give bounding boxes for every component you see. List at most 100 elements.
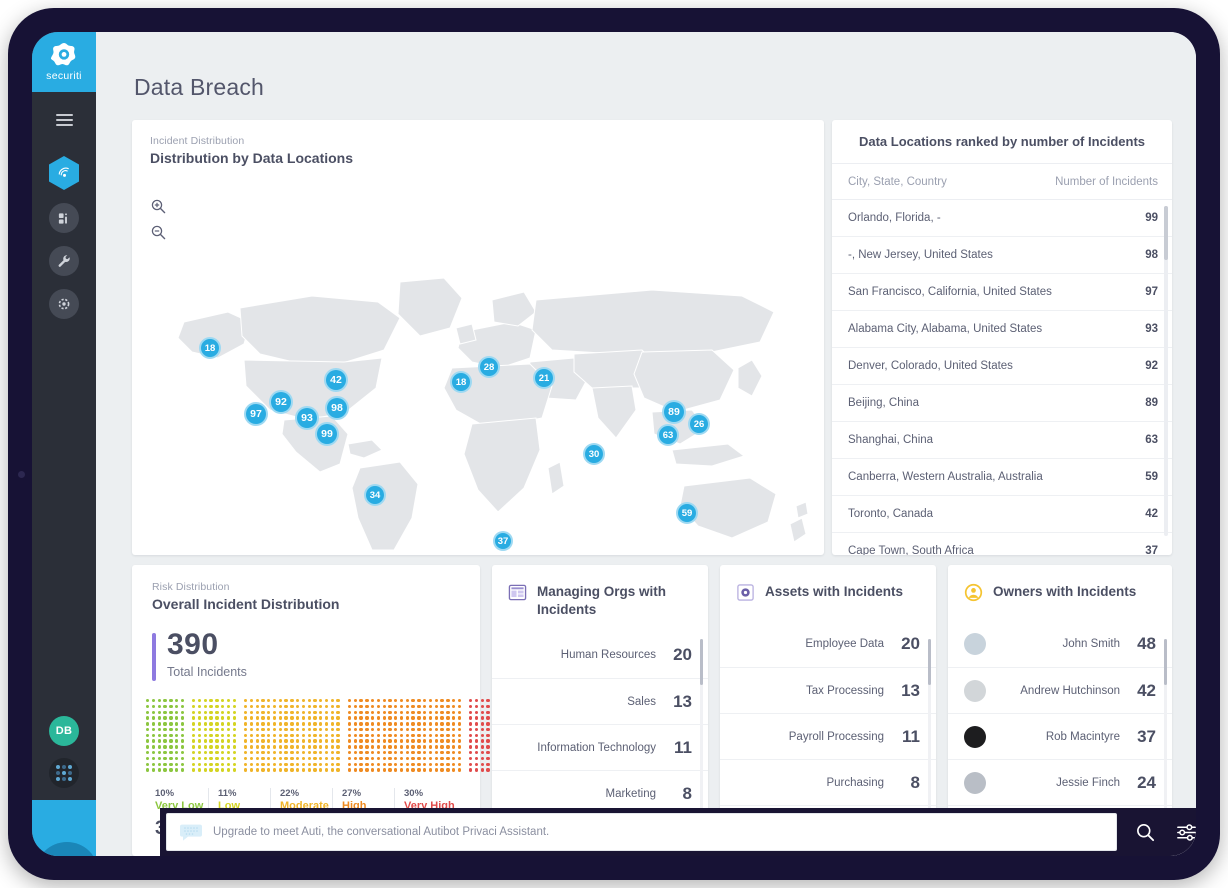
chat-input[interactable]: Upgrade to meet Auti, the conversational… bbox=[166, 813, 1117, 851]
list-item-value: 13 bbox=[666, 692, 692, 712]
app-grid-icon[interactable] bbox=[49, 758, 79, 788]
list-item-value: 20 bbox=[894, 634, 920, 654]
map-pin[interactable]: 59 bbox=[676, 502, 698, 524]
hamburger-icon[interactable] bbox=[56, 114, 73, 126]
map-card-title: Distribution by Data Locations bbox=[150, 150, 806, 166]
list-item-value: 11 bbox=[666, 738, 692, 758]
map-pin[interactable]: 18 bbox=[199, 337, 221, 359]
map-pin[interactable]: 28 bbox=[478, 356, 500, 378]
location-cell: Shanghai, China bbox=[848, 434, 1098, 446]
list-item[interactable]: Andrew Hutchinson42 bbox=[948, 667, 1172, 713]
map-pin[interactable]: 92 bbox=[269, 390, 293, 414]
main-content: Data Breach Incident Distribution Distri… bbox=[96, 32, 1196, 856]
wrench-icon bbox=[56, 253, 72, 269]
list-item-value: 42 bbox=[1130, 681, 1156, 701]
legend-percent: 27% bbox=[342, 788, 394, 799]
map-pin[interactable]: 42 bbox=[324, 368, 348, 392]
list-item-label: Marketing bbox=[508, 788, 666, 800]
map-pin[interactable]: 63 bbox=[657, 424, 679, 446]
device-screen: securiti bbox=[32, 32, 1196, 856]
legend-percent: 10% bbox=[155, 788, 208, 799]
ranking-title: Data Locations ranked by number of Incid… bbox=[832, 120, 1172, 164]
map-pin[interactable]: 97 bbox=[244, 402, 268, 426]
count-cell: 37 bbox=[1098, 545, 1158, 555]
gear-icon bbox=[56, 296, 72, 312]
list-item-label: Purchasing bbox=[736, 777, 894, 789]
table-row[interactable]: -, New Jersey, United States98 bbox=[832, 237, 1172, 274]
map-pin[interactable]: 99 bbox=[315, 422, 339, 446]
orgs-card-header: Managing Orgs with Incidents bbox=[492, 565, 708, 618]
avatar bbox=[964, 680, 986, 702]
sidebar-item-sensors[interactable] bbox=[49, 156, 79, 190]
count-cell: 97 bbox=[1098, 286, 1158, 298]
sidebar-item-settings[interactable] bbox=[49, 289, 79, 319]
column-header-count: Number of Incidents bbox=[1028, 176, 1158, 188]
table-row[interactable]: Denver, Colorado, United States92 bbox=[832, 348, 1172, 385]
list-item[interactable]: Sales13 bbox=[492, 678, 708, 724]
brand-name: securiti bbox=[46, 70, 82, 82]
table-row[interactable]: San Francisco, California, United States… bbox=[832, 274, 1172, 311]
location-cell: -, New Jersey, United States bbox=[848, 249, 1098, 261]
list-item-label: Andrew Hutchinson bbox=[990, 685, 1130, 697]
map-pin[interactable]: 37 bbox=[493, 531, 513, 551]
list-item[interactable]: Tax Processing13 bbox=[720, 667, 936, 713]
list-item[interactable]: Purchasing8 bbox=[720, 759, 936, 805]
location-cell: Denver, Colorado, United States bbox=[848, 360, 1098, 372]
chat-action-buttons bbox=[1123, 822, 1196, 843]
securiti-logo-icon bbox=[51, 42, 77, 68]
list-item-value: 48 bbox=[1130, 634, 1156, 654]
list-item[interactable]: Human Resources20 bbox=[492, 632, 708, 678]
map-pin[interactable]: 30 bbox=[583, 443, 605, 465]
list-item-label: Tax Processing bbox=[736, 685, 894, 697]
list-item[interactable]: Information Technology11 bbox=[492, 724, 708, 770]
table-row[interactable]: Orlando, Florida, -99 bbox=[832, 200, 1172, 237]
ranking-scrollbar[interactable] bbox=[1164, 206, 1168, 536]
chat-bubble-icon bbox=[179, 823, 203, 841]
avatar bbox=[964, 633, 986, 655]
list-item[interactable]: Employee Data20 bbox=[720, 621, 936, 667]
search-icon[interactable] bbox=[1135, 822, 1156, 843]
list-item[interactable]: John Smith48 bbox=[948, 621, 1172, 667]
list-item-value: 24 bbox=[1130, 773, 1156, 793]
table-row[interactable]: Toronto, Canada42 bbox=[832, 496, 1172, 533]
table-row[interactable]: Canberra, Western Australia, Australia59 bbox=[832, 459, 1172, 496]
location-cell: Canberra, Western Australia, Australia bbox=[848, 471, 1098, 483]
ranking-table-body: Orlando, Florida, -99-, New Jersey, Unit… bbox=[832, 200, 1172, 555]
list-item[interactable]: Rob Macintyre37 bbox=[948, 713, 1172, 759]
list-item[interactable]: Payroll Processing11 bbox=[720, 713, 936, 759]
map-pin[interactable]: 26 bbox=[688, 413, 710, 435]
map-card-eyebrow: Incident Distribution bbox=[150, 135, 806, 147]
table-row[interactable]: Shanghai, China63 bbox=[832, 422, 1172, 459]
filter-sliders-icon[interactable] bbox=[1176, 822, 1196, 843]
user-avatar[interactable]: DB bbox=[49, 716, 79, 746]
table-row[interactable]: Cape Town, South Africa37 bbox=[832, 533, 1172, 555]
location-cell: Beijing, China bbox=[848, 397, 1098, 409]
map-pin[interactable]: 34 bbox=[364, 484, 386, 506]
sidebar-item-dashboard[interactable] bbox=[49, 203, 79, 233]
brand-logo[interactable]: securiti bbox=[32, 32, 96, 92]
count-cell: 42 bbox=[1098, 508, 1158, 520]
list-item-label: Jessie Finch bbox=[990, 777, 1130, 789]
sidebar-item-tools[interactable] bbox=[49, 246, 79, 276]
table-row[interactable]: Beijing, China89 bbox=[832, 385, 1172, 422]
page-title: Data Breach bbox=[134, 74, 264, 101]
map-pin[interactable]: 98 bbox=[325, 396, 349, 420]
list-item[interactable]: Jessie Finch24 bbox=[948, 759, 1172, 805]
map-pin[interactable]: 89 bbox=[662, 400, 686, 424]
sidebar: securiti bbox=[32, 32, 96, 856]
ranking-table-header: City, State, Country Number of Incidents bbox=[832, 164, 1172, 200]
world-map[interactable]: 184297929398993428182189266330593736 bbox=[132, 172, 824, 552]
owners-card-title: Owners with Incidents bbox=[993, 583, 1136, 601]
avatar bbox=[964, 772, 986, 794]
list-item-label: Sales bbox=[508, 696, 666, 708]
table-row[interactable]: Alabama City, Alabama, United States93 bbox=[832, 311, 1172, 348]
map-pin[interactable]: 18 bbox=[450, 371, 472, 393]
owners-card-header: Owners with Incidents bbox=[948, 565, 1172, 607]
list-item-value: 8 bbox=[894, 773, 920, 793]
map-pin[interactable]: 93 bbox=[295, 406, 319, 430]
map-pin[interactable]: 21 bbox=[533, 367, 555, 389]
legend-percent: 30% bbox=[404, 788, 456, 799]
risk-dot-group bbox=[244, 699, 340, 772]
list-item-value: 37 bbox=[1130, 727, 1156, 747]
count-cell: 59 bbox=[1098, 471, 1158, 483]
